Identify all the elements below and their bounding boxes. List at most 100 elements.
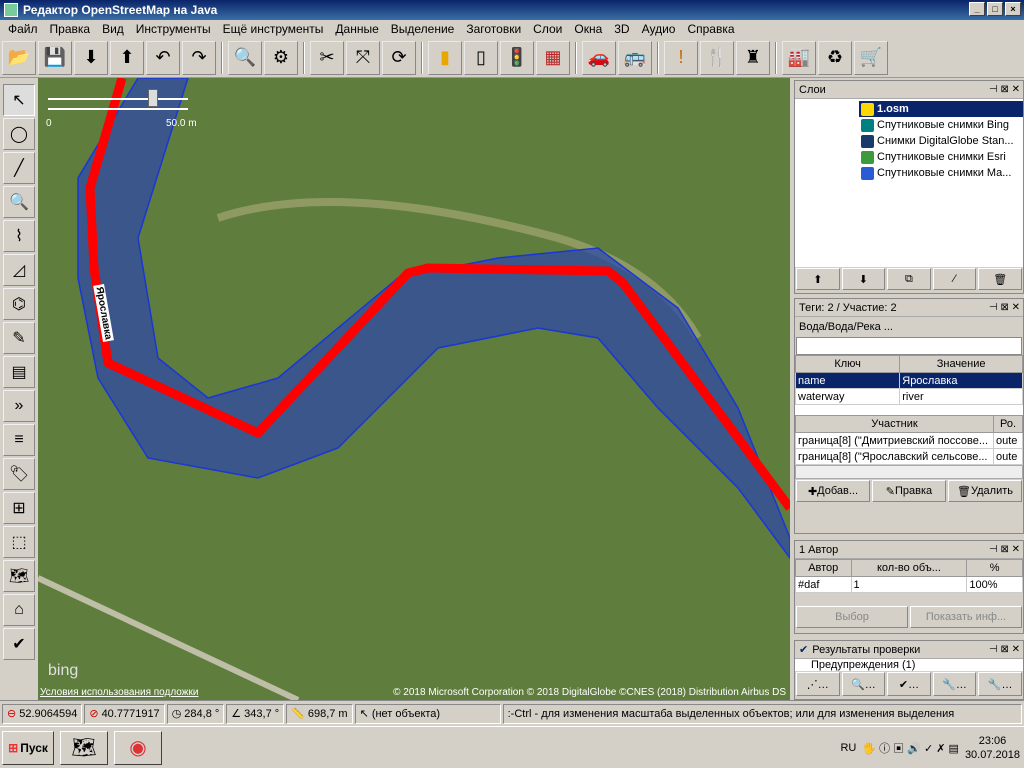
layer-row[interactable]: Спутниковые снимки Bing	[859, 117, 1023, 133]
preferences-button[interactable]: ⚙	[264, 40, 298, 75]
tag-key[interactable]: waterway	[794, 388, 901, 405]
validation-list[interactable]: Предупреждения (1)	[795, 659, 1023, 671]
zoom-data-button[interactable]: 🔍	[228, 40, 262, 75]
validation-toggle-button[interactable]: ✔	[3, 628, 35, 660]
menu-windows[interactable]: Окна	[568, 22, 608, 36]
menu-selection[interactable]: Выделение	[385, 22, 461, 36]
select-author-button[interactable]: Выбор	[796, 606, 908, 628]
member-row[interactable]: граница[8] ("Ярославский сельсове... oute	[795, 448, 1023, 465]
preset-car-button[interactable]: 🚗	[582, 40, 616, 75]
preset-restaurant-button[interactable]: 🍴	[700, 40, 734, 75]
tray-icons[interactable]: 🖐 ⓘ ▣ 🔊 ✓ ✗ ▤	[862, 740, 959, 756]
member-name[interactable]: граница[8] ("Ярославский сельсове...	[795, 448, 994, 465]
layer-row[interactable]: Снимки DigitalGlobe Stan...	[859, 133, 1023, 149]
author-column-header[interactable]: Автор	[795, 559, 852, 577]
more-tools-button[interactable]: »	[3, 390, 35, 422]
improve-way-button[interactable]: ⌇	[3, 220, 35, 252]
taskbar-chrome-button[interactable]: ◉	[114, 730, 162, 765]
member-name[interactable]: граница[8] ("Дмитриевский поссове...	[795, 432, 994, 449]
start-button[interactable]: ⊞ Пуск	[2, 730, 54, 765]
zoom-issue-button[interactable]: 🔍…	[841, 672, 886, 696]
menu-data[interactable]: Данные	[329, 22, 384, 36]
value-column-header[interactable]: Значение	[899, 355, 1023, 373]
building-tool-button[interactable]: ▤	[3, 356, 35, 388]
tag-row[interactable]: name Ярославка	[794, 372, 1023, 389]
reverse-way-button[interactable]: ⟳	[382, 40, 416, 75]
draw-tool-button[interactable]: ╱	[3, 152, 35, 184]
map-view[interactable]: 0 50.0 m Ярославка bing Условия использо…	[38, 78, 790, 700]
selection-toggle-button[interactable]: ⬚	[3, 526, 35, 558]
open-file-button[interactable]: 📂	[2, 40, 36, 75]
maximize-button[interactable]: □	[987, 2, 1003, 16]
zoom-slider-handle[interactable]	[148, 89, 158, 107]
move-up-button[interactable]: ⬆	[796, 268, 840, 290]
close-button[interactable]: ×	[1005, 2, 1021, 16]
member-role[interactable]: oute	[993, 448, 1023, 465]
menu-edit[interactable]: Правка	[44, 22, 97, 36]
show-info-button[interactable]: Показать инф...	[910, 606, 1022, 628]
move-down-button[interactable]: ⬇	[841, 268, 886, 290]
taskbar-josm-button[interactable]: 🗺	[60, 730, 108, 765]
select-issue-button[interactable]: ⋰…	[796, 672, 840, 696]
preset-recycling-button[interactable]: ♻	[818, 40, 852, 75]
menu-presets[interactable]: Заготовки	[460, 22, 527, 36]
preset-link[interactable]: Вода/Вода/Река ...	[795, 317, 1023, 337]
menu-more-tools[interactable]: Ещё инструменты	[217, 22, 330, 36]
save-button[interactable]: 💾	[38, 40, 72, 75]
member-column-header[interactable]: Участник	[795, 415, 994, 433]
layer-row[interactable]: Спутниковые снимки Ma...	[859, 165, 1023, 181]
extrude-button[interactable]: ⌬	[3, 288, 35, 320]
lasso-tool-button[interactable]: ◯	[3, 118, 35, 150]
ignore-button[interactable]: 🔧…	[978, 672, 1022, 696]
combine-way-button[interactable]: ⤧	[346, 40, 380, 75]
percent-column-header[interactable]: %	[966, 559, 1023, 577]
language-indicator[interactable]: RU	[840, 742, 856, 754]
layers-toggle-button[interactable]: ≡	[3, 424, 35, 456]
preset-shop-button[interactable]: 🛒	[854, 40, 888, 75]
preset-warning-button[interactable]: !	[664, 40, 698, 75]
panel-controls-icon[interactable]: ⊣ ⊠ ✕	[989, 302, 1023, 313]
panel-controls-icon[interactable]: ⊣ ⊠ ✕	[989, 644, 1023, 655]
download-button[interactable]: ⬇	[74, 40, 108, 75]
redo-button[interactable]: ↷	[182, 40, 216, 75]
menu-audio[interactable]: Аудио	[636, 22, 682, 36]
menu-help[interactable]: Справка	[681, 22, 740, 36]
delete-tag-button[interactable]: 🗑 Удалить	[948, 480, 1022, 502]
member-row[interactable]: граница[8] ("Дмитриевский поссове... oute	[795, 432, 1023, 449]
visibility-button[interactable]: ⁄	[932, 268, 977, 290]
tag-value[interactable]: Ярославка	[899, 372, 1023, 389]
map-canvas[interactable]	[38, 78, 790, 700]
zoom-tool-button[interactable]: 🔍	[3, 186, 35, 218]
edit-tag-button[interactable]: ✎ Правка	[872, 480, 946, 502]
menu-layers[interactable]: Слои	[527, 22, 568, 36]
member-role[interactable]: oute	[993, 432, 1023, 449]
preset-wall-button[interactable]: ▦	[536, 40, 570, 75]
preset-street-button[interactable]: ▯	[464, 40, 498, 75]
preset-bus-button[interactable]: 🚌	[618, 40, 652, 75]
validate-button[interactable]: ✔…	[887, 672, 931, 696]
preset-search-field[interactable]	[796, 337, 1022, 355]
split-way-button[interactable]: ✂	[310, 40, 344, 75]
parallel-way-button[interactable]: ◿	[3, 254, 35, 286]
key-column-header[interactable]: Ключ	[794, 355, 901, 373]
minimize-button[interactable]: _	[969, 2, 985, 16]
map-paint-toggle-button[interactable]: 🗺	[3, 560, 35, 592]
menu-tools[interactable]: Инструменты	[130, 22, 217, 36]
select-tool-button[interactable]: ↖	[3, 84, 35, 116]
role-column-header[interactable]: Ро.	[993, 415, 1023, 433]
panel-controls-icon[interactable]: ⊣ ⊠ ✕	[989, 544, 1023, 555]
delete-layer-button[interactable]: 🗑	[978, 268, 1022, 290]
tags-toggle-button[interactable]: 🏷	[3, 458, 35, 490]
layer-row[interactable]: 1.osm	[859, 101, 1023, 117]
menu-file[interactable]: Файл	[2, 22, 44, 36]
tag-key[interactable]: name	[794, 372, 901, 389]
layer-row[interactable]: Спутниковые снимки Esri	[859, 149, 1023, 165]
preset-traffic-signals-button[interactable]: 🚦	[500, 40, 534, 75]
upload-button[interactable]: ⬆	[110, 40, 144, 75]
author-row[interactable]: #daf 1 100%	[795, 576, 1023, 593]
horizontal-scrollbar[interactable]	[795, 465, 1023, 479]
tag-row[interactable]: waterway river	[794, 388, 1023, 405]
relation-toggle-button[interactable]: ⊞	[3, 492, 35, 524]
tag-value[interactable]: river	[899, 388, 1023, 405]
fix-button[interactable]: 🔧…	[932, 672, 977, 696]
